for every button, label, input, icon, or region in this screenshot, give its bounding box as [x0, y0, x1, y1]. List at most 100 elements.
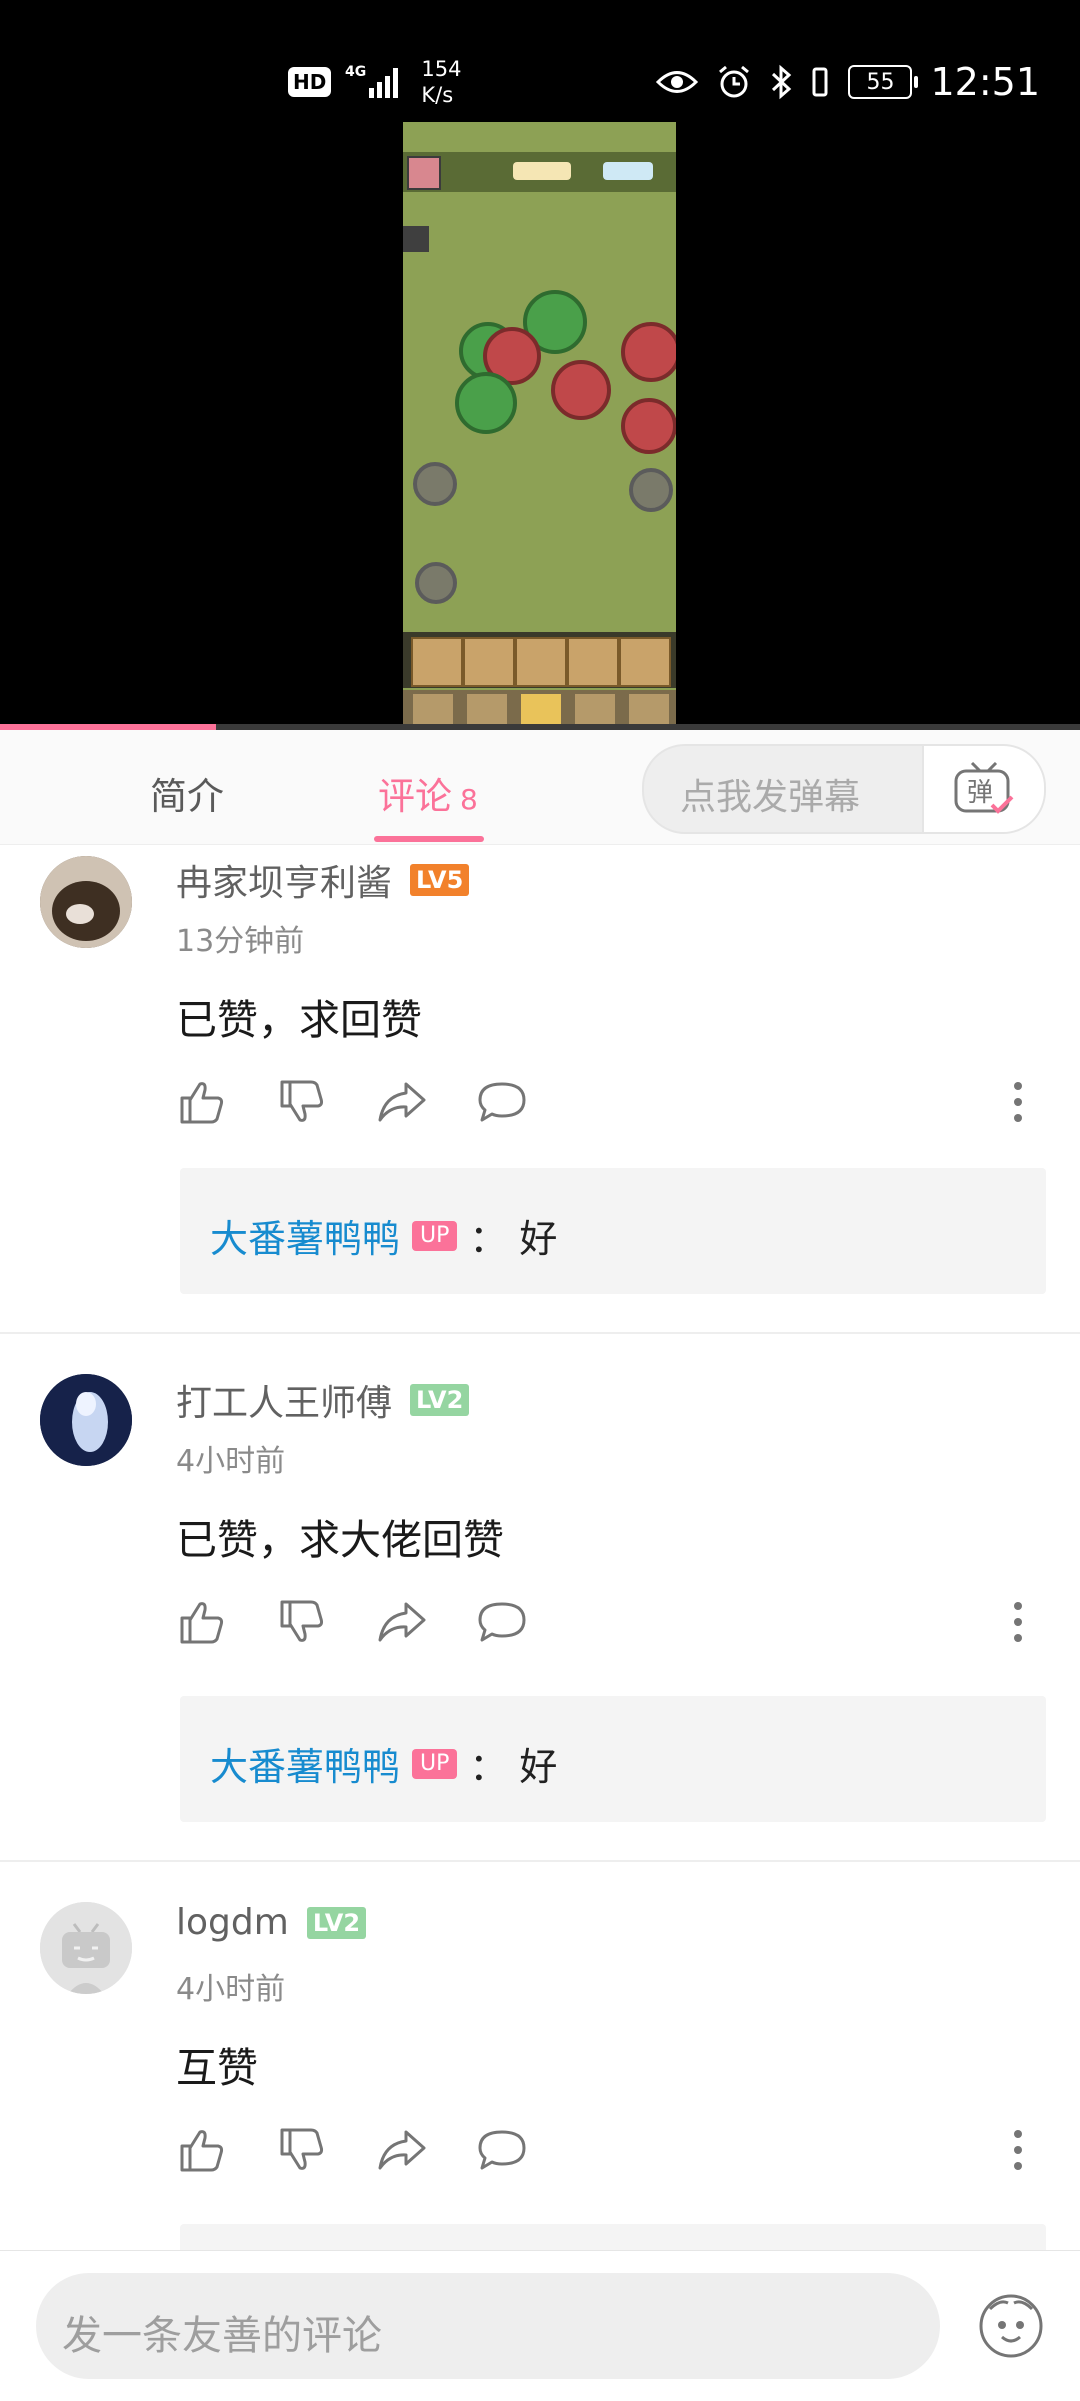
- comment-list: 冉家坝亨利酱 LV5 13分钟前 已赞，求回赞 大番薯鸭鸭 UP ： 好 打工人…: [0, 844, 1080, 2250]
- reply-text: 好: [519, 1745, 558, 1789]
- vibrate-icon: [812, 67, 828, 97]
- like-icon[interactable]: [176, 1076, 228, 1128]
- comment-text: 互赞: [176, 2044, 258, 2092]
- danmaku-input[interactable]: 点我发弹幕: [680, 768, 860, 820]
- game-unit: [551, 360, 611, 420]
- tab-comments[interactable]: 评论 8: [378, 766, 478, 820]
- comment-username[interactable]: 冉家坝亨利酱 LV5: [176, 854, 470, 906]
- eye-icon: [656, 71, 699, 93]
- game-gem-counter: [603, 162, 653, 180]
- reply-username[interactable]: 大番薯鸭鸭: [210, 1208, 400, 1263]
- tab-comments-count: 8: [460, 783, 478, 816]
- share-icon[interactable]: [376, 2124, 428, 2176]
- reply-text: 好: [519, 1217, 558, 1261]
- danmaku-tv-icon: 弹: [954, 761, 1014, 814]
- game-slot: [619, 637, 671, 687]
- svg-text:4G: 4G: [345, 64, 366, 80]
- reply-line: 大番薯鸭鸭 UP ： 好: [210, 1208, 557, 1263]
- danmaku-bar: 点我发弹幕 弹: [642, 744, 1046, 834]
- reply-icon[interactable]: [476, 2124, 528, 2176]
- video-frame: [403, 122, 676, 730]
- emoji-icon[interactable]: [978, 2293, 1044, 2359]
- avatar[interactable]: [40, 856, 132, 948]
- game-unit: [621, 398, 676, 454]
- status-bar-left: HD 4G 154 K/s: [288, 52, 461, 112]
- comment-time: 4小时前: [176, 1972, 286, 2007]
- tab-bar: 简介 评论 8 点我发弹幕 弹: [0, 730, 1080, 845]
- level-badge: LV2: [306, 1906, 367, 1939]
- game-slot: [515, 637, 567, 687]
- game-slot: [567, 637, 619, 687]
- alarm-icon: [719, 65, 750, 98]
- like-icon[interactable]: [176, 2124, 228, 2176]
- video-player[interactable]: HD 4G 154 K/s 55 12:51: [0, 0, 1080, 730]
- avatar-image: [40, 1374, 132, 1466]
- reply-icon[interactable]: [476, 1076, 528, 1128]
- reply-preview[interactable]: [180, 2224, 1046, 2250]
- game-unit: [413, 462, 457, 506]
- network-speed: 154 K/s: [421, 56, 461, 108]
- game-unit: [415, 562, 457, 604]
- dislike-icon[interactable]: [276, 2124, 328, 2176]
- comment-actions: [176, 1076, 1056, 1136]
- more-options-icon[interactable]: [1008, 1076, 1028, 1128]
- bluetooth-icon: [772, 64, 792, 100]
- game-menu-icon: [403, 226, 429, 252]
- share-icon[interactable]: [376, 1076, 428, 1128]
- status-bar-right: 55 12:51: [656, 52, 1040, 112]
- comment-divider: [0, 1332, 1080, 1334]
- reply-line: 大番薯鸭鸭 UP ： 好: [210, 1736, 557, 1791]
- avatar-image: [40, 856, 132, 948]
- avatar[interactable]: [40, 1374, 132, 1466]
- comment-username[interactable]: logdm LV2: [176, 1902, 367, 1943]
- username-text: 冉家坝亨利酱: [176, 863, 393, 904]
- up-badge: UP: [412, 1220, 458, 1251]
- game-unit: [621, 322, 676, 382]
- speed-value: 154: [421, 57, 462, 81]
- speed-unit: K/s: [421, 83, 454, 107]
- reply-preview[interactable]: 大番薯鸭鸭 UP ： 好: [180, 1168, 1046, 1294]
- level-badge: LV5: [410, 864, 470, 896]
- more-options-icon[interactable]: [1008, 1596, 1028, 1648]
- share-icon[interactable]: [376, 1596, 428, 1648]
- comment-time: 4小时前: [176, 1444, 286, 1479]
- game-tab: [575, 694, 615, 726]
- reply-preview[interactable]: 大番薯鸭鸭 UP ： 好: [180, 1696, 1046, 1822]
- comment-username[interactable]: 打工人王师傅 LV2: [176, 1374, 470, 1426]
- danmaku-glyph: 弹: [967, 778, 993, 808]
- game-unit: [629, 468, 673, 512]
- dislike-icon[interactable]: [276, 1076, 328, 1128]
- username-text: 打工人王师傅: [176, 1383, 393, 1424]
- danmaku-toggle-button[interactable]: 弹: [922, 746, 1044, 832]
- game-gold-counter: [513, 162, 571, 180]
- tab-active-indicator: [374, 836, 484, 842]
- clock: 12:51: [930, 60, 1040, 104]
- like-icon[interactable]: [176, 1596, 228, 1648]
- comment-actions: [176, 2124, 1056, 2184]
- tab-comments-label: 评论: [378, 775, 452, 818]
- dislike-icon[interactable]: [276, 1596, 328, 1648]
- up-badge: UP: [412, 1748, 458, 1779]
- game-tab: [629, 694, 669, 726]
- game-slot: [411, 637, 463, 687]
- reply-icon[interactable]: [476, 1596, 528, 1648]
- game-tab: [413, 694, 453, 726]
- reply-separator: ：: [469, 1745, 508, 1789]
- game-unit: [455, 372, 517, 434]
- comment-input-placeholder: 发一条友善的评论: [62, 2313, 382, 2359]
- game-tab: [467, 694, 507, 726]
- avatar[interactable]: [40, 1902, 132, 1994]
- comment-time: 13分钟前: [176, 924, 305, 959]
- hd-badge: HD: [288, 67, 332, 97]
- comment-actions: [176, 1596, 1056, 1656]
- game-tab: [521, 694, 561, 726]
- comment-input[interactable]: 发一条友善的评论: [36, 2273, 940, 2379]
- reply-username[interactable]: 大番薯鸭鸭: [210, 1736, 400, 1791]
- default-avatar-icon: [40, 1902, 132, 1994]
- comment-divider: [0, 1860, 1080, 1862]
- battery-level: 55: [866, 69, 895, 95]
- battery-indicator: 55: [848, 65, 919, 99]
- comment-text: 已赞，求回赞: [176, 996, 422, 1044]
- tab-intro[interactable]: 简介: [150, 766, 224, 820]
- more-options-icon[interactable]: [1008, 2124, 1028, 2176]
